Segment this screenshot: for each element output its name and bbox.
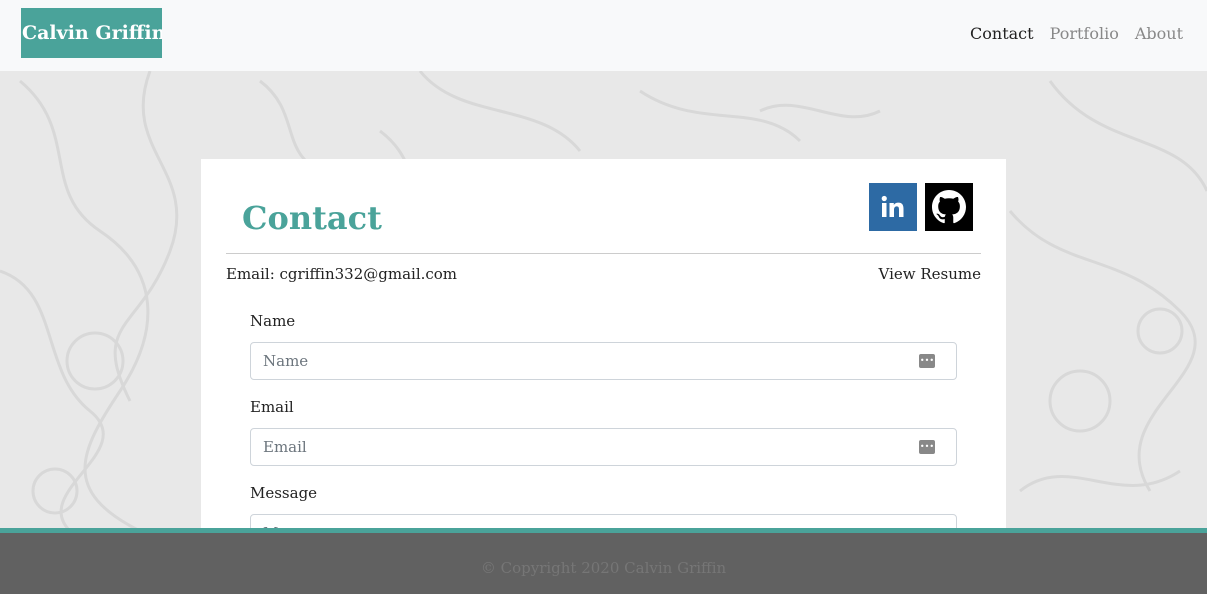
autofill-icon[interactable]: •••: [919, 440, 935, 454]
email-label: Email: [250, 398, 294, 416]
footer: © Copyright 2020 Calvin Griffin: [0, 528, 1207, 594]
nav-link-about[interactable]: About: [1135, 24, 1183, 43]
email-input[interactable]: [250, 428, 957, 466]
nav-link-contact[interactable]: Contact: [970, 24, 1034, 43]
contact-card: Contact Email: cgriffin332@gmail.com Vie…: [201, 159, 1006, 552]
page-title: Contact: [242, 199, 382, 237]
brand-logo[interactable]: Calvin Griffin: [21, 8, 162, 58]
view-resume-link[interactable]: View Resume: [879, 265, 981, 283]
autofill-icon[interactable]: •••: [919, 354, 935, 368]
github-button[interactable]: [925, 183, 973, 231]
footer-copyright: © Copyright 2020 Calvin Griffin: [480, 559, 727, 577]
message-label: Message: [250, 484, 318, 502]
name-input[interactable]: [250, 342, 957, 380]
contact-email: Email: cgriffin332@gmail.com: [226, 265, 458, 283]
nav-link-portfolio[interactable]: Portfolio: [1050, 24, 1119, 43]
github-icon: [932, 190, 966, 224]
name-label: Name: [250, 312, 296, 330]
header-divider: [226, 253, 981, 254]
nav-links: Contact Portfolio About: [970, 24, 1183, 43]
linkedin-icon: [881, 195, 904, 217]
linkedin-button[interactable]: [869, 183, 917, 231]
navbar: Calvin Griffin Contact Portfolio About: [0, 0, 1207, 71]
